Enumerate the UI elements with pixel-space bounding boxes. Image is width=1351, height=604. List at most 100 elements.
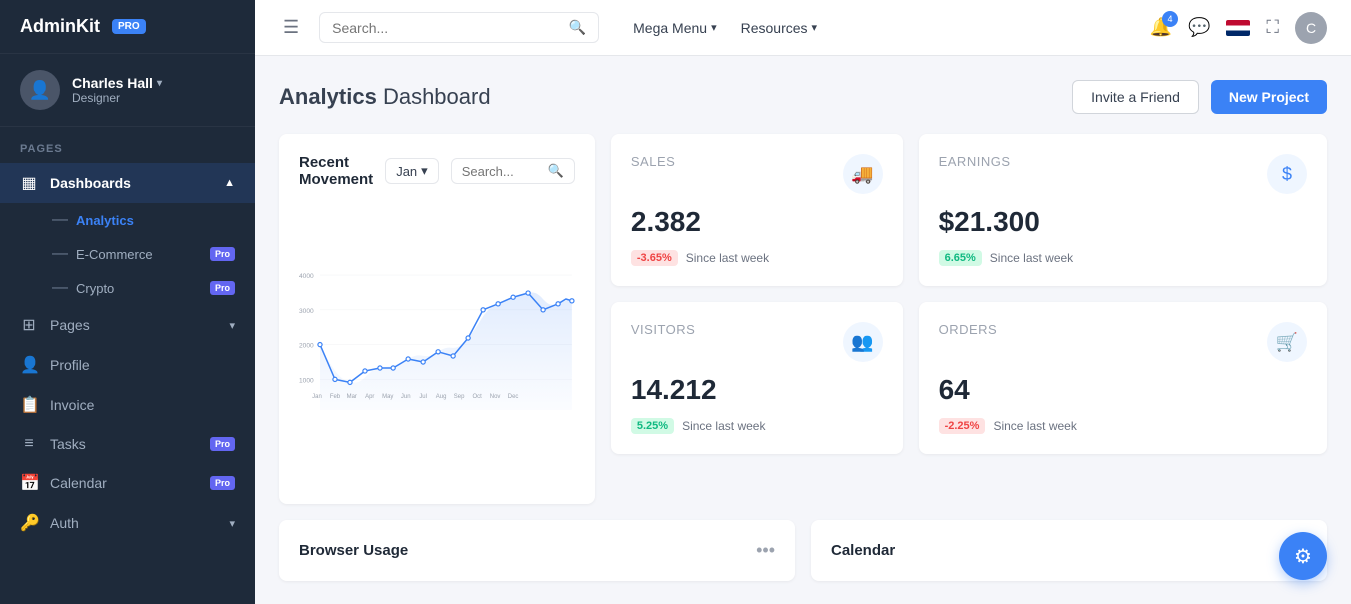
expand-icon[interactable]: ⛶ bbox=[1266, 17, 1279, 38]
svg-text:Mar: Mar bbox=[347, 394, 357, 400]
chart-search-input[interactable] bbox=[462, 164, 542, 179]
line-chart: 4000 3000 2000 1000 bbox=[299, 204, 575, 484]
nav-group-header-dashboards[interactable]: ▦ Dashboards ▲ bbox=[0, 163, 255, 203]
chart-search-wrap[interactable]: 🔍 bbox=[451, 158, 575, 184]
earnings-badge: 6.65% bbox=[939, 250, 982, 266]
invoice-label: Invoice bbox=[50, 397, 235, 413]
pro-badge-tasks: Pro bbox=[210, 437, 235, 451]
visitors-card: Visitors 👥 14.212 5.25% Since last week bbox=[611, 302, 903, 454]
orders-value: 64 bbox=[939, 374, 1307, 406]
sidebar-item-crypto[interactable]: — Crypto Pro bbox=[0, 271, 255, 305]
svg-text:Nov: Nov bbox=[490, 394, 501, 400]
svg-text:Jul: Jul bbox=[419, 394, 427, 400]
resources-link[interactable]: Resources ▾ bbox=[731, 14, 827, 42]
visitors-card-header: Visitors 👥 bbox=[631, 322, 883, 362]
page-header: Analytics Dashboard Invite a Friend New … bbox=[279, 80, 1327, 114]
new-project-button[interactable]: New Project bbox=[1211, 80, 1327, 114]
visitors-label: Visitors bbox=[631, 322, 695, 337]
sidebar-item-auth[interactable]: 🔑 Auth ▾ bbox=[0, 503, 255, 543]
svg-text:Dec: Dec bbox=[508, 394, 519, 400]
nav-group-dashboards: ▦ Dashboards ▲ — Analytics — E-Commerce … bbox=[0, 163, 255, 305]
chart-title: Recent Movement bbox=[299, 154, 373, 188]
earnings-footer: 6.65% Since last week bbox=[939, 250, 1307, 266]
month-select[interactable]: Jan ▾ bbox=[385, 158, 439, 184]
visitors-badge: 5.25% bbox=[631, 418, 674, 434]
pro-badge-crypto: Pro bbox=[210, 281, 235, 295]
earnings-since: Since last week bbox=[990, 251, 1073, 265]
auth-label: Auth bbox=[50, 515, 217, 531]
orders-since: Since last week bbox=[993, 419, 1076, 433]
svg-text:Aug: Aug bbox=[436, 394, 447, 400]
chevron-down-icon: ▾ bbox=[157, 78, 162, 89]
visitors-icon: 👥 bbox=[843, 322, 883, 362]
svg-text:1000: 1000 bbox=[299, 377, 314, 384]
svg-text:3000: 3000 bbox=[299, 308, 314, 315]
fab-button[interactable]: ⚙ bbox=[1279, 532, 1327, 580]
sales-badge: -3.65% bbox=[631, 250, 678, 266]
page-title-wrap: Analytics Dashboard bbox=[279, 84, 1072, 110]
mega-menu-link[interactable]: Mega Menu ▾ bbox=[623, 14, 726, 42]
sales-icon: 🚚 bbox=[843, 154, 883, 194]
brand: AdminKit PRO bbox=[0, 0, 255, 54]
nav-links: Mega Menu ▾ Resources ▾ bbox=[623, 14, 827, 42]
main-grid: Sales 🚚 2.382 -3.65% Since last week Vis… bbox=[279, 134, 1327, 504]
dash-icon: — bbox=[52, 245, 68, 263]
dash-icon: — bbox=[52, 279, 68, 297]
search-wrap[interactable]: 🔍 bbox=[319, 12, 599, 43]
chevron-down-icon-auth: ▾ bbox=[229, 517, 235, 530]
sidebar-item-tasks[interactable]: ≡ Tasks Pro bbox=[0, 425, 255, 463]
chevron-down-icon: ▾ bbox=[812, 21, 818, 34]
flag-icon[interactable] bbox=[1226, 20, 1250, 36]
pro-badge-calendar: Pro bbox=[210, 476, 235, 490]
dashboards-label: Dashboards bbox=[50, 175, 212, 191]
sidebar-item-ecommerce[interactable]: — E-Commerce Pro bbox=[0, 237, 255, 271]
sidebar-item-profile[interactable]: 👤 Profile bbox=[0, 345, 255, 385]
sidebar-item-calendar[interactable]: 📅 Calendar Pro bbox=[0, 463, 255, 503]
svg-text:Oct: Oct bbox=[472, 394, 482, 400]
earnings-card: Earnings $ $21.300 6.65% Since last week bbox=[919, 134, 1327, 286]
invoice-icon: 📋 bbox=[20, 395, 38, 415]
calendar-card: Calendar ••• bbox=[811, 520, 1327, 581]
sidebar-item-invoice[interactable]: 📋 Invoice bbox=[0, 385, 255, 425]
notification-badge: 4 bbox=[1162, 11, 1178, 27]
visitors-value: 14.212 bbox=[631, 374, 883, 406]
svg-text:Feb: Feb bbox=[330, 394, 341, 400]
invite-button[interactable]: Invite a Friend bbox=[1072, 80, 1199, 114]
orders-card: Orders 🛒 64 -2.25% Since last week bbox=[919, 302, 1327, 454]
sales-since: Since last week bbox=[686, 251, 769, 265]
sidebar-item-pages[interactable]: ⊞ Pages ▾ bbox=[0, 305, 255, 345]
search-input[interactable] bbox=[332, 20, 561, 36]
chevron-down-icon: ▾ bbox=[229, 319, 235, 332]
browser-usage-dots[interactable]: ••• bbox=[756, 540, 775, 561]
user-avatar-top[interactable]: C bbox=[1295, 12, 1327, 44]
message-icon[interactable]: 💬 bbox=[1188, 17, 1210, 38]
tasks-label: Tasks bbox=[50, 436, 198, 452]
svg-text:May: May bbox=[382, 394, 393, 400]
left-cards: Sales 🚚 2.382 -3.65% Since last week Vis… bbox=[611, 134, 903, 454]
profile-icon: 👤 bbox=[20, 355, 38, 375]
pages-label: Pages bbox=[0, 127, 255, 163]
content: Analytics Dashboard Invite a Friend New … bbox=[255, 56, 1351, 604]
avatar: 👤 bbox=[20, 70, 60, 110]
sales-value: 2.382 bbox=[631, 206, 883, 238]
chart-search-icon: 🔍 bbox=[548, 163, 564, 179]
month-label: Jan bbox=[396, 164, 417, 179]
nav-sub-dashboards: — Analytics — E-Commerce Pro — Crypto Pr… bbox=[0, 203, 255, 305]
profile-label: Profile bbox=[50, 357, 235, 373]
hamburger-icon[interactable]: ☰ bbox=[279, 13, 303, 42]
brand-name: AdminKit bbox=[20, 16, 100, 37]
chevron-down-month: ▾ bbox=[421, 163, 428, 179]
topbar: ☰ 🔍 Mega Menu ▾ Resources ▾ 🔔 4 💬 ⛶ C bbox=[255, 0, 1351, 56]
sidebar-item-analytics[interactable]: — Analytics bbox=[0, 203, 255, 237]
earnings-value: $21.300 bbox=[939, 206, 1307, 238]
svg-text:2000: 2000 bbox=[299, 343, 314, 350]
topbar-right: 🔔 4 💬 ⛶ C bbox=[1150, 12, 1327, 44]
pro-badge-ecommerce: Pro bbox=[210, 247, 235, 261]
crypto-label: Crypto bbox=[76, 281, 114, 296]
notification-icon[interactable]: 🔔 4 bbox=[1150, 17, 1172, 38]
earnings-icon: $ bbox=[1267, 154, 1307, 194]
chart-wrap: 4000 3000 2000 1000 bbox=[299, 204, 575, 484]
header-actions: Invite a Friend New Project bbox=[1072, 80, 1327, 114]
calendar-icon: 📅 bbox=[20, 473, 38, 493]
user-section[interactable]: 👤 Charles Hall ▾ Designer bbox=[0, 54, 255, 127]
